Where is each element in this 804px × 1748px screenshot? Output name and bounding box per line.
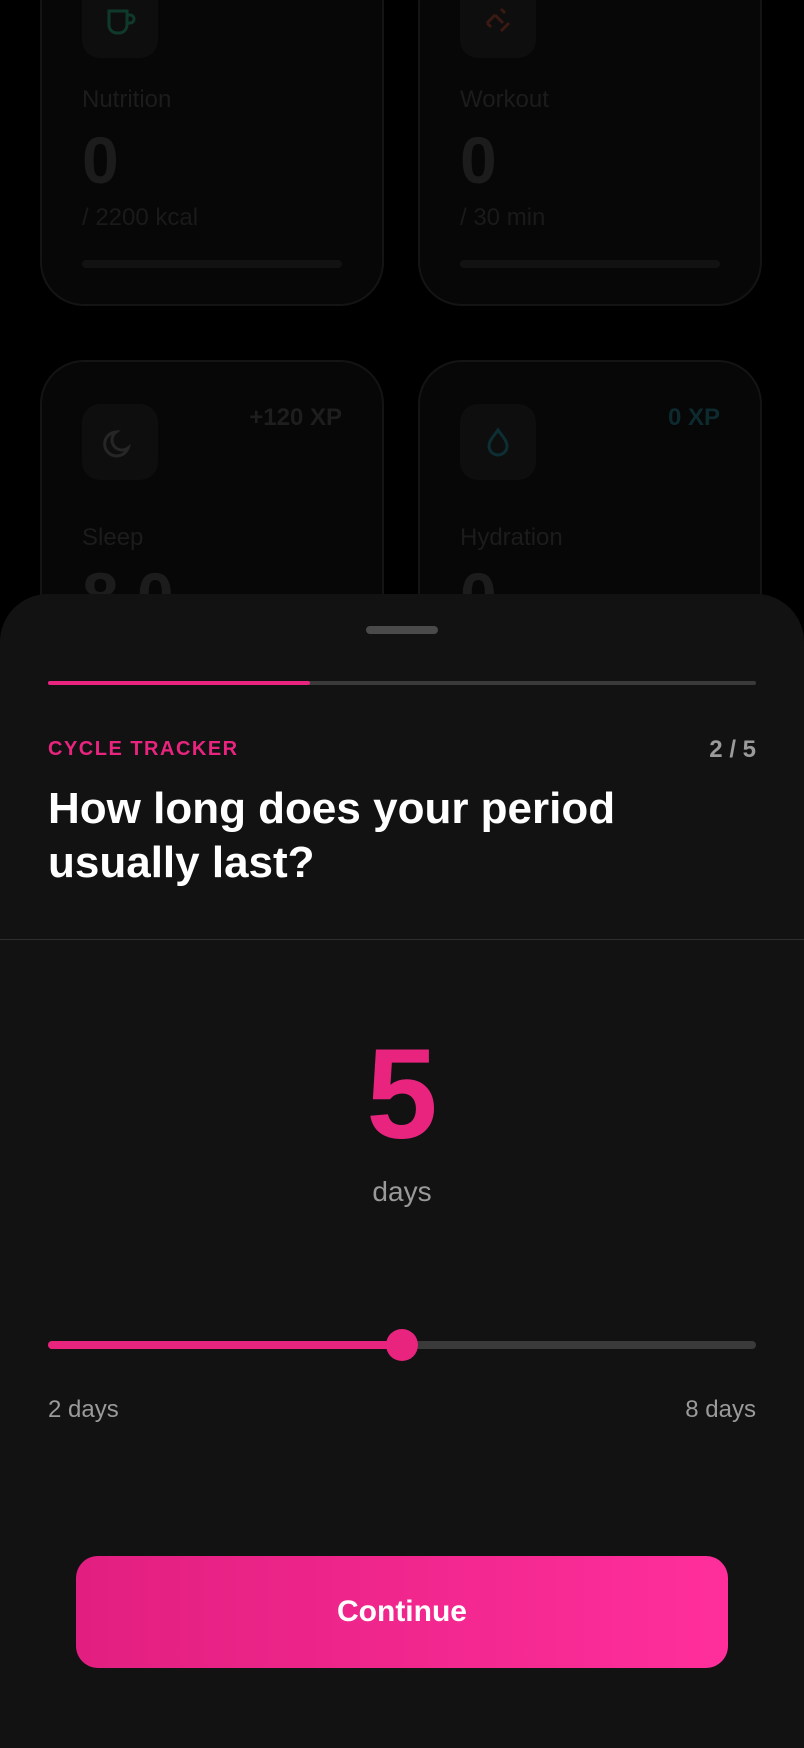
continue-button[interactable]: Continue [76, 1556, 728, 1668]
selected-value: 5 [366, 1023, 438, 1166]
slider-max-label: 8 days [685, 1396, 756, 1423]
bottom-sheet: CYCLE TRACKER 2 / 5 How long does your p… [0, 594, 804, 1748]
card-value: 0 [460, 123, 497, 197]
progress-fill [48, 681, 310, 685]
xp-badge: +120 XP [249, 404, 342, 431]
cup-icon [82, 0, 158, 58]
onboarding-progress-bar [48, 681, 756, 685]
droplet-icon [460, 404, 536, 480]
drag-handle[interactable] [366, 626, 438, 634]
divider [0, 939, 804, 940]
card-progress-bar [460, 260, 720, 268]
nutrition-card: Nutrition 0 / 2200 kcal [40, 0, 384, 306]
workout-card: Workout 0 / 30 min [418, 0, 762, 306]
card-target: / 2200 kcal [82, 204, 199, 231]
step-counter: 2 / 5 [709, 736, 756, 763]
section-label: CYCLE TRACKER [48, 738, 239, 760]
card-title: Nutrition [82, 86, 172, 113]
question-title: How long does your period usually last? [48, 784, 616, 887]
moon-icon [82, 404, 158, 480]
duration-slider[interactable] [48, 1329, 756, 1361]
card-title: Hydration [460, 524, 563, 551]
card-target: / 30 min [460, 204, 546, 231]
xp-badge: 0 XP [667, 404, 720, 431]
dumbbell-icon [460, 0, 536, 58]
card-progress-bar [82, 260, 342, 268]
slider-thumb[interactable] [386, 1329, 418, 1361]
slider-min-label: 2 days [48, 1396, 119, 1423]
card-title: Workout [460, 86, 549, 113]
value-unit: days [372, 1176, 432, 1207]
slider-fill [48, 1341, 402, 1349]
card-value: 0 [82, 123, 119, 197]
card-title: Sleep [82, 524, 144, 551]
